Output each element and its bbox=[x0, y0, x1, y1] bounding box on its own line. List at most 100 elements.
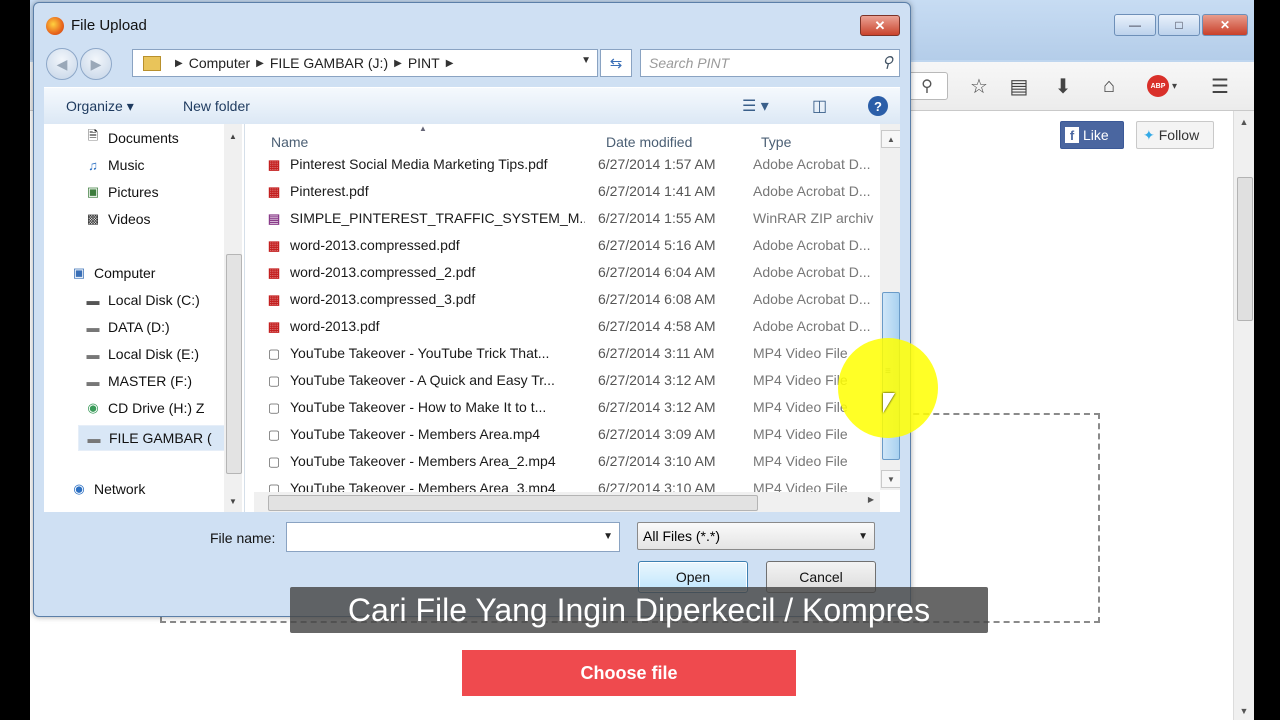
address-dropdown-icon[interactable]: ▼ bbox=[581, 55, 591, 66]
twitter-icon: ✦ bbox=[1143, 126, 1155, 143]
file-name-combo[interactable]: ▼ bbox=[286, 522, 620, 552]
nav-item-master-f[interactable]: ▬ MASTER (F:) bbox=[84, 373, 193, 389]
nav-item-documents[interactable]: 🗎 Documents bbox=[84, 128, 179, 146]
nav-item-local-disk-e[interactable]: ▬ Local Disk (E:) bbox=[84, 346, 200, 362]
close-button[interactable]: ✕ bbox=[1202, 14, 1248, 36]
adblock-icon[interactable]: ABP ▾ bbox=[1142, 74, 1182, 98]
preview-pane-icon[interactable]: ◫ bbox=[812, 96, 827, 116]
search-icon[interactable]: ⚲ bbox=[882, 53, 893, 71]
back-button[interactable]: ◀ bbox=[46, 48, 78, 80]
file-type-select[interactable]: All Files (*.*) ▼ bbox=[637, 522, 875, 550]
file-name-input[interactable] bbox=[287, 523, 595, 549]
minimize-button[interactable]: — bbox=[1114, 14, 1156, 36]
column-header-type[interactable]: Type bbox=[761, 134, 791, 150]
file-row[interactable]: ▦ Pinterest.pdf 6/27/2014 1:41 AM Adobe Acr… bbox=[264, 179, 884, 206]
twitter-follow-button[interactable]: ✦ Follow bbox=[1136, 121, 1214, 149]
choose-file-button[interactable]: Choose file bbox=[462, 650, 796, 696]
search-icon[interactable]: ⚲ bbox=[906, 72, 948, 100]
file-date: 6/27/2014 1:57 AM bbox=[598, 156, 716, 172]
scroll-right-arrow-icon[interactable]: ▶ bbox=[868, 495, 874, 504]
nav-item-network[interactable]: ◉ Network bbox=[70, 481, 145, 497]
hscrollbar-thumb[interactable] bbox=[268, 495, 758, 511]
pdf-file-icon: ▦ bbox=[267, 319, 281, 334]
file-name-dropdown-icon[interactable]: ▼ bbox=[603, 531, 613, 542]
scroll-down-arrow-icon[interactable]: ▼ bbox=[1234, 706, 1254, 716]
nav-item-data-d[interactable]: ▬ DATA (D:) bbox=[84, 319, 170, 335]
file-row[interactable]: ▦ word-2013.pdf 6/27/2014 4:58 AM Adobe Acr… bbox=[264, 314, 884, 341]
forward-button[interactable]: ▶ bbox=[80, 48, 112, 80]
dialog-close-button[interactable]: ✕ bbox=[860, 15, 900, 36]
facebook-icon: f bbox=[1065, 127, 1079, 143]
file-row[interactable]: ▢ YouTube Takeover - Members Area.mp4 6/27… bbox=[264, 422, 884, 449]
cd-drive-icon: ◉ bbox=[87, 400, 99, 415]
maximize-button[interactable]: □ bbox=[1158, 14, 1200, 36]
dialog-title: File Upload bbox=[71, 17, 147, 34]
download-icon[interactable]: ⬇ bbox=[1049, 74, 1077, 98]
file-name: YouTube Takeover - YouTube Trick That... bbox=[290, 345, 550, 361]
drive-icon: ▬ bbox=[86, 319, 100, 335]
new-folder-button[interactable]: New folder bbox=[183, 98, 250, 114]
refresh-icon[interactable]: ⇆ bbox=[600, 49, 632, 77]
video-file-icon: ▢ bbox=[267, 427, 281, 442]
sort-ascending-icon: ▲ bbox=[419, 124, 427, 133]
file-type: Adobe Acrobat D... bbox=[753, 264, 871, 280]
file-row[interactable]: ▢ YouTube Takeover - Members Area_2.mp4 6/… bbox=[264, 449, 884, 476]
file-name: word-2013.pdf bbox=[290, 318, 380, 334]
file-type-dropdown-icon[interactable]: ▼ bbox=[858, 531, 868, 542]
nav-item-pictures[interactable]: ▣ Pictures bbox=[84, 184, 159, 200]
breadcrumb-drive[interactable]: FILE GAMBAR (J:) bbox=[270, 55, 388, 71]
file-date: 6/27/2014 5:16 AM bbox=[598, 237, 716, 253]
file-row[interactable]: ▦ word-2013.compressed_3.pdf 6/27/2014 6:0… bbox=[264, 287, 884, 314]
search-box[interactable]: ⚲ bbox=[640, 49, 900, 77]
file-row[interactable]: ▦ word-2013.compressed_2.pdf 6/27/2014 6:0… bbox=[264, 260, 884, 287]
video-caption: Cari File Yang Ingin Diperkecil / Kompre… bbox=[290, 587, 988, 633]
bookmarks-list-icon[interactable]: ▤ bbox=[1005, 74, 1033, 98]
home-icon[interactable]: ⌂ bbox=[1095, 74, 1123, 98]
page-scrollbar-thumb[interactable] bbox=[1237, 177, 1253, 321]
nav-item-videos[interactable]: ▩ Videos bbox=[84, 211, 151, 227]
videos-icon: ▩ bbox=[86, 211, 100, 226]
file-row[interactable]: ▤ SIMPLE_PINTEREST_TRAFFIC_SYSTEM_M... 6/2… bbox=[264, 206, 884, 233]
scroll-down-arrow-icon[interactable]: ▼ bbox=[881, 470, 900, 488]
breadcrumb-folder[interactable]: PINT bbox=[408, 55, 440, 71]
file-row[interactable]: ▢ YouTube Takeover - How to Make It to t.… bbox=[264, 395, 884, 422]
nav-item-local-disk-c[interactable]: ▬ Local Disk (C:) bbox=[84, 292, 200, 308]
nav-item-music[interactable]: ♫ Music bbox=[84, 157, 144, 173]
bookmark-star-icon[interactable]: ☆ bbox=[965, 74, 993, 98]
organize-button[interactable]: Organize ▾ bbox=[66, 98, 134, 115]
nav-scrollbar-thumb[interactable] bbox=[226, 254, 242, 474]
file-name: YouTube Takeover - How to Make It to t..… bbox=[290, 399, 547, 415]
change-view-icon[interactable]: ☰ ▾ bbox=[742, 96, 769, 116]
search-input[interactable] bbox=[649, 55, 869, 71]
nav-item-computer[interactable]: ▣ Computer bbox=[70, 265, 156, 281]
help-icon[interactable]: ? bbox=[868, 96, 888, 116]
file-date: 6/27/2014 3:09 AM bbox=[598, 426, 716, 442]
nav-scrollbar[interactable]: ▲ ▼ bbox=[224, 124, 242, 512]
file-list-hscrollbar[interactable]: ▶ bbox=[254, 492, 880, 512]
pictures-icon: ▣ bbox=[86, 184, 100, 199]
scroll-up-arrow-icon[interactable]: ▲ bbox=[881, 130, 900, 148]
menu-icon[interactable]: ☰ bbox=[1206, 74, 1234, 98]
cursor-highlight bbox=[838, 338, 938, 438]
file-date: 6/27/2014 3:12 AM bbox=[598, 399, 716, 415]
file-row[interactable]: ▦ word-2013.compressed.pdf 6/27/2014 5:16 … bbox=[264, 233, 884, 260]
file-row[interactable]: ▦ Pinterest Social Media Marketing Tips.p… bbox=[264, 152, 884, 179]
documents-icon: 🗎 bbox=[87, 128, 99, 143]
nav-item-file-gambar-j[interactable]: ▬ FILE GAMBAR ( bbox=[78, 425, 232, 451]
column-header-date[interactable]: Date modified bbox=[606, 134, 692, 150]
scroll-up-arrow-icon[interactable]: ▲ bbox=[1234, 117, 1254, 127]
page-scrollbar[interactable]: ▲ ▼ bbox=[1233, 111, 1254, 720]
nav-item-cd-drive-h[interactable]: ◉ CD Drive (H:) Z bbox=[84, 400, 204, 416]
file-row[interactable]: ▢ YouTube Takeover - YouTube Trick That..… bbox=[264, 341, 884, 368]
scroll-up-arrow-icon[interactable]: ▲ bbox=[224, 132, 242, 141]
column-header-name[interactable]: Name bbox=[271, 134, 308, 150]
breadcrumb-computer[interactable]: Computer bbox=[189, 55, 250, 71]
file-upload-dialog: File Upload ✕ ◀ ▶ ▶ Computer ▶ FILE GAMB… bbox=[33, 2, 911, 617]
facebook-like-button[interactable]: f Like bbox=[1060, 121, 1124, 149]
file-row[interactable]: ▢ YouTube Takeover - A Quick and Easy Tr.… bbox=[264, 368, 884, 395]
drive-icon: ▬ bbox=[86, 346, 100, 362]
address-bar[interactable]: ▶ Computer ▶ FILE GAMBAR (J:) ▶ PINT ▶ ▼ bbox=[132, 49, 598, 77]
file-date: 6/27/2014 6:04 AM bbox=[598, 264, 716, 280]
scroll-down-arrow-icon[interactable]: ▼ bbox=[224, 497, 242, 506]
file-type: Adobe Acrobat D... bbox=[753, 237, 871, 253]
